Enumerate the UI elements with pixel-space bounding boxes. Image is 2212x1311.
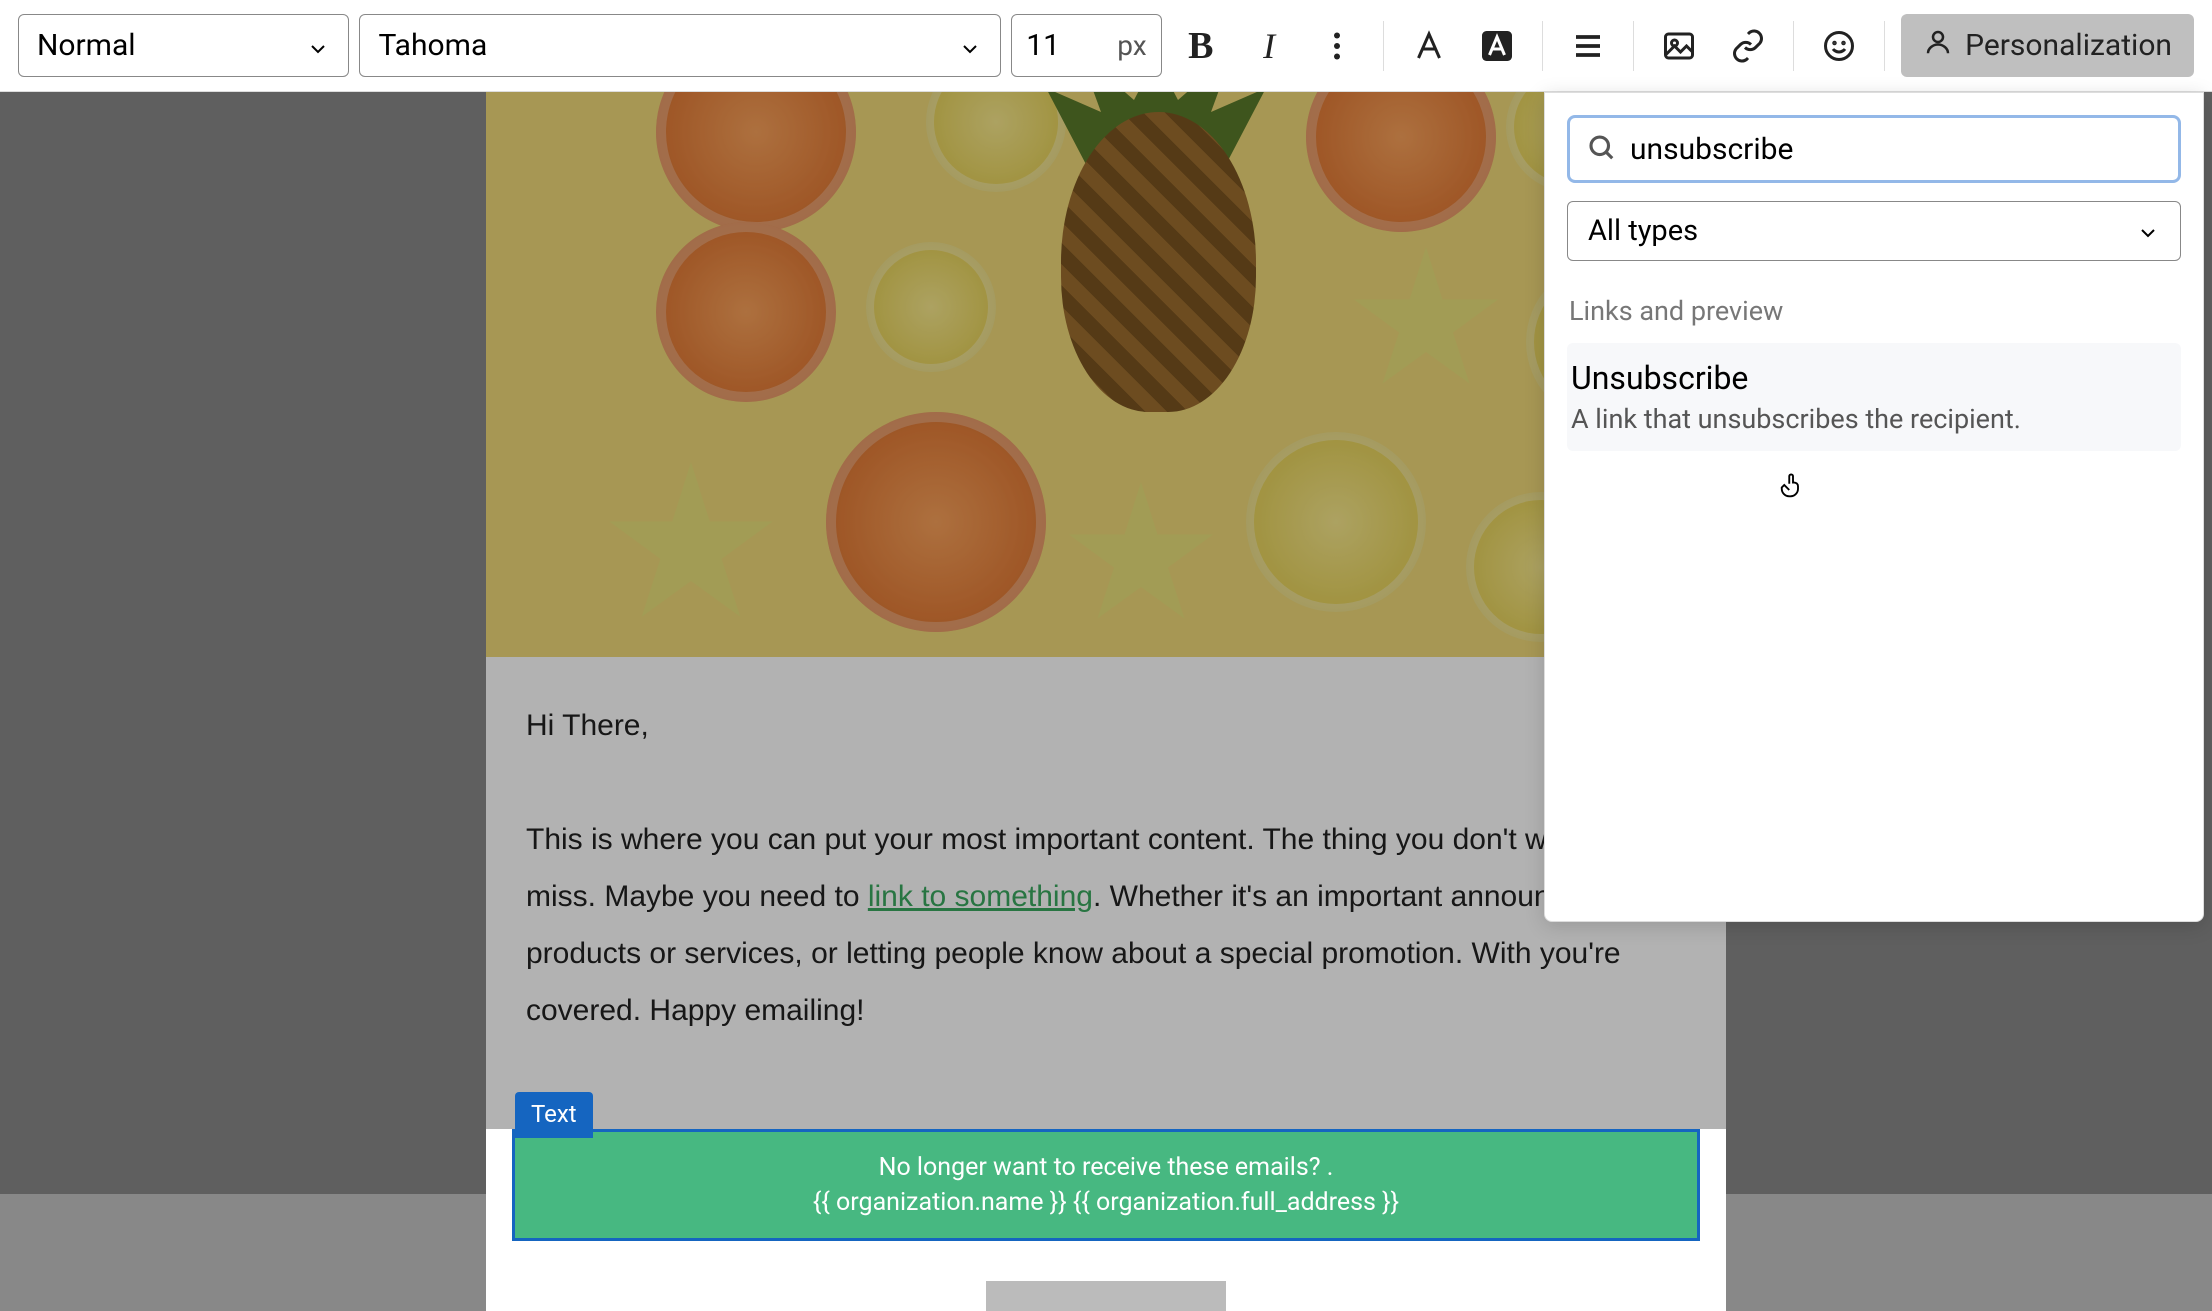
personalization-label: Personalization <box>1965 28 2172 63</box>
font-family-select[interactable]: Tahoma <box>359 14 1001 77</box>
result-desc: A link that unsubscribes the recipient. <box>1571 403 2177 435</box>
email-body: Hi There, This is where you can put your… <box>486 92 1726 1194</box>
image-button[interactable] <box>1650 15 1708 77</box>
footer-line1: No longer want to receive these emails? … <box>533 1150 1679 1185</box>
text-color-button[interactable] <box>1400 15 1458 77</box>
more-formatting-button[interactable] <box>1308 15 1366 77</box>
search-icon <box>1586 132 1616 166</box>
search-wrap <box>1567 115 2181 183</box>
divider <box>1633 21 1634 71</box>
search-input[interactable] <box>1630 132 2162 167</box>
chevron-down-icon <box>2136 219 2160 243</box>
footer-line2: {{ organization.name }} {{ organization.… <box>533 1185 1679 1220</box>
personalization-button[interactable]: Personalization <box>1901 14 2194 77</box>
font-size-input[interactable]: 11 px <box>1011 14 1161 77</box>
font-size-value: 11 <box>1026 28 1060 63</box>
divider <box>1383 21 1384 71</box>
paragraph-style-select[interactable]: Normal <box>18 14 349 77</box>
alignment-button[interactable] <box>1559 15 1617 77</box>
body-paragraph: This is where you can put your most impo… <box>526 811 1686 1039</box>
person-icon <box>1923 27 1953 65</box>
type-filter-label: All types <box>1588 214 1698 248</box>
personalization-panel: All types Links and preview Unsubscribe … <box>1544 92 2204 922</box>
font-size-unit: px <box>1117 29 1146 62</box>
section-label: Links and preview <box>1569 295 2181 327</box>
bold-button[interactable]: B <box>1172 15 1230 77</box>
chevron-down-icon <box>306 34 330 58</box>
chevron-down-icon <box>958 34 982 58</box>
italic-button[interactable]: I <box>1240 15 1298 77</box>
result-title: Unsubscribe <box>1571 359 2177 397</box>
type-filter-select[interactable]: All types <box>1567 201 2181 261</box>
hero-image[interactable] <box>486 92 1726 657</box>
divider <box>1542 21 1543 71</box>
toolbar: Normal Tahoma 11 px B I <box>0 0 2212 92</box>
greeting: Hi There, <box>526 697 1686 754</box>
block-label: Text <box>515 1092 593 1138</box>
divider <box>1793 21 1794 71</box>
text-block[interactable]: Text No longer want to receive these ema… <box>486 1129 1726 1311</box>
emoji-button[interactable] <box>1810 15 1868 77</box>
background-color-button[interactable] <box>1468 15 1526 77</box>
body-link[interactable]: link to something <box>868 880 1093 913</box>
result-item-unsubscribe[interactable]: Unsubscribe A link that unsubscribes the… <box>1567 343 2181 451</box>
drag-handle[interactable] <box>986 1281 1226 1311</box>
footer-box[interactable]: Text No longer want to receive these ema… <box>512 1129 1700 1241</box>
link-button[interactable] <box>1719 15 1777 77</box>
email-content[interactable]: Hi There, This is where you can put your… <box>486 657 1726 1069</box>
paragraph-style-label: Normal <box>37 28 136 63</box>
divider <box>1884 21 1885 71</box>
font-family-label: Tahoma <box>378 28 487 63</box>
